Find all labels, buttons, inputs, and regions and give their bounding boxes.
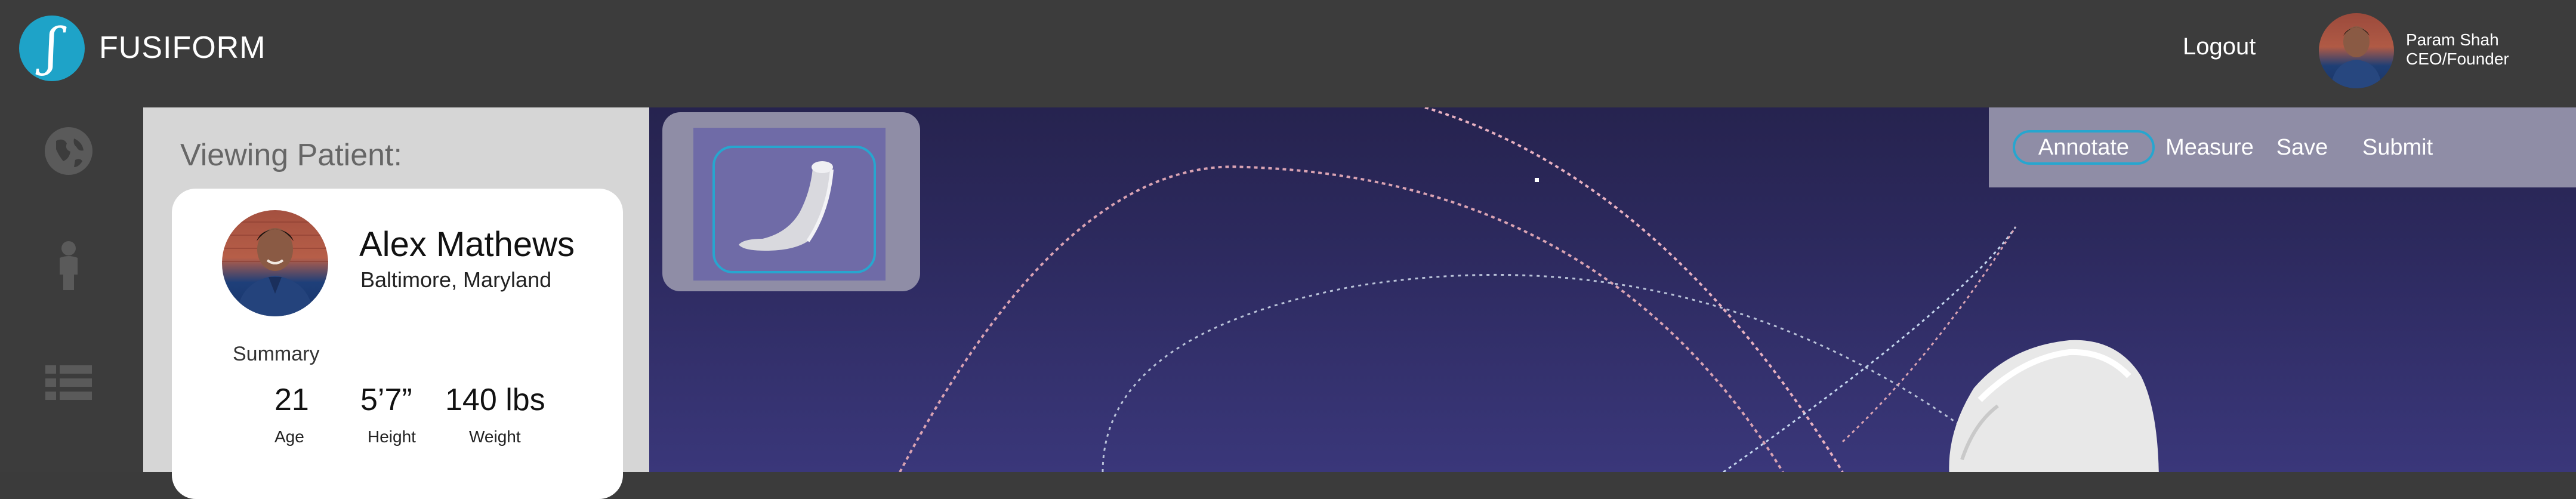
patient-panel: Viewing Patient: Alex Mathews Baltimore,… (143, 107, 649, 499)
weight-label: Weight (469, 427, 521, 446)
annotate-button[interactable]: Annotate (2013, 130, 2155, 165)
weight-value: 140 lbs (445, 383, 545, 417)
leg-model-icon (739, 161, 834, 251)
user-photo-icon (2331, 26, 2382, 88)
patient-name: Alex Mathews (359, 225, 575, 264)
age-value: 21 (274, 383, 309, 417)
measure-button[interactable]: Measure (2162, 130, 2257, 165)
submit-button[interactable]: Submit (2353, 130, 2442, 165)
model-thumbnail[interactable] (662, 112, 920, 291)
logo-glyph: ʃ (45, 17, 59, 77)
patient-photo-icon (222, 221, 328, 316)
user-avatar[interactable] (2319, 13, 2394, 88)
age-label: Age (274, 427, 304, 446)
user-role: CEO/Founder (2406, 50, 2509, 68)
viewing-patient-heading: Viewing Patient: (180, 138, 402, 173)
list-icon[interactable] (43, 358, 94, 409)
user-name: Param Shah (2406, 30, 2499, 49)
person-icon[interactable] (43, 240, 94, 291)
patient-location: Baltimore, Maryland (360, 267, 552, 292)
fusiform-logo-icon[interactable]: ʃ (19, 16, 85, 81)
foot-model-icon[interactable] (1878, 304, 2236, 472)
patient-card: Alex Mathews Baltimore, Maryland Summary… (172, 189, 623, 499)
sidebar (0, 107, 143, 472)
brand-name: FUSIFORM (99, 30, 266, 65)
patient-avatar[interactable] (222, 210, 328, 316)
summary-heading: Summary (233, 343, 320, 365)
height-value: 5’7” (360, 383, 412, 417)
globe-icon[interactable] (43, 125, 94, 177)
thumbnail-preview (693, 128, 886, 281)
model-toolbar: Annotate Measure Save Submit (1989, 107, 2576, 187)
height-label: Height (368, 427, 416, 446)
save-button[interactable]: Save (2266, 130, 2338, 165)
logout-button[interactable]: Logout (2183, 33, 2256, 60)
top-bar: ʃ FUSIFORM Logout Param Shah CEO/Founder (0, 0, 2576, 107)
